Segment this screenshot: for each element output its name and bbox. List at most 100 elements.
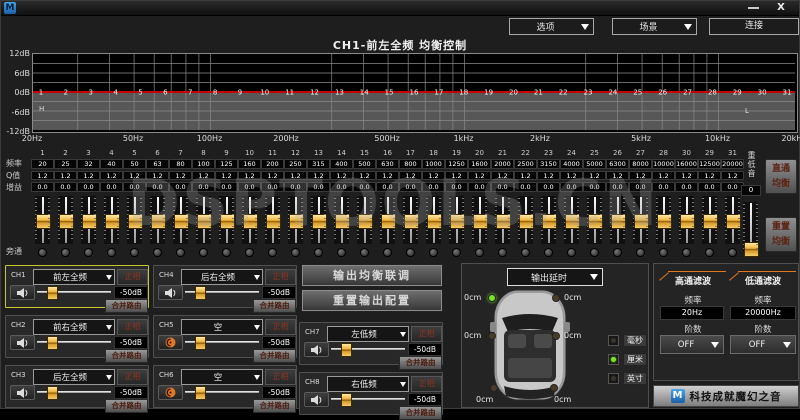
channel-source-dropdown[interactable]: 后左全频 [33, 369, 115, 385]
eq-point-3[interactable]: 3 [88, 89, 92, 97]
minimize-button[interactable] [748, 7, 759, 9]
delay-dot-rear-right[interactable] [550, 384, 558, 392]
band-gain-fader[interactable] [104, 196, 120, 245]
fader-handle[interactable] [335, 213, 350, 229]
eq-point-26[interactable]: 26 [658, 89, 667, 97]
band-bypass-toggle[interactable] [199, 248, 208, 257]
band-bypass-toggle[interactable] [452, 248, 461, 257]
eq-point-31[interactable]: 31 [783, 89, 792, 97]
channel-source-dropdown[interactable]: 前左全频 [33, 269, 115, 285]
eq-point-8[interactable]: 8 [213, 89, 217, 97]
band-gain-fader[interactable] [725, 196, 741, 245]
fader-handle[interactable] [105, 213, 120, 229]
reset-output-config-button[interactable]: 重置输出配置 [301, 289, 443, 312]
band-bypass-toggle[interactable] [521, 248, 530, 257]
band-bypass-toggle[interactable] [498, 248, 507, 257]
eq-point-7[interactable]: 7 [188, 89, 192, 97]
fader-handle[interactable] [744, 242, 759, 257]
fader-handle[interactable] [680, 213, 695, 229]
lp-marker[interactable]: L [745, 107, 749, 115]
band-gain-fader[interactable] [518, 196, 534, 245]
eq-point-2[interactable]: 2 [64, 89, 68, 97]
band-bypass-toggle[interactable] [61, 248, 70, 257]
slider-handle[interactable] [341, 393, 353, 407]
eq-point-19[interactable]: 19 [484, 89, 493, 97]
fader-handle[interactable] [197, 213, 212, 229]
fader-handle[interactable] [174, 213, 189, 229]
speaker-icon-button[interactable] [10, 285, 35, 300]
band-gain-fader[interactable] [81, 196, 97, 245]
band-gain-fader[interactable] [449, 196, 465, 245]
fader-handle[interactable] [404, 213, 419, 229]
eq-point-6[interactable]: 6 [163, 89, 168, 97]
eq-point-13[interactable]: 13 [335, 89, 344, 97]
eq-response-graph[interactable]: 1 2 3 4 5 6 7 8 9 10 11 12 13 14 15 16 17 18 19 20 21 22 23 24 2… [32, 53, 798, 133]
phase-button[interactable]: 正相 [411, 376, 442, 392]
channel-gain-slider[interactable] [185, 336, 259, 350]
fader-handle[interactable] [82, 213, 97, 229]
slider-handle[interactable] [47, 386, 59, 400]
options-dropdown[interactable]: 选项 [509, 18, 594, 35]
band-bypass-toggle[interactable] [659, 248, 668, 257]
channel-source-dropdown[interactable]: 空 [181, 319, 263, 335]
fader-handle[interactable] [634, 213, 649, 229]
band-gain-fader[interactable] [58, 196, 74, 245]
unit-radio-1[interactable]: 毫秒 [608, 334, 647, 347]
channel-gain-slider[interactable] [331, 393, 405, 407]
band-bypass-toggle[interactable] [176, 248, 185, 257]
merge-route-button[interactable]: 合并路由 [253, 349, 296, 363]
reset-eq-button[interactable]: 重置 均衡 [765, 217, 797, 252]
delay-dot-rear-left[interactable] [490, 384, 498, 392]
band-gain-fader[interactable] [173, 196, 189, 245]
merge-route-button[interactable]: 合并路由 [253, 399, 296, 413]
merge-route-button[interactable]: 合并路由 [253, 299, 296, 313]
band-gain-fader[interactable] [196, 196, 212, 245]
fader-handle[interactable] [36, 213, 51, 229]
phase-button[interactable]: 正相 [265, 269, 296, 285]
eq-point-29[interactable]: 29 [733, 89, 742, 97]
band-bypass-toggle[interactable] [245, 248, 254, 257]
fader-handle[interactable] [588, 213, 603, 229]
radio-box[interactable] [608, 335, 619, 346]
eq-point-28[interactable]: 28 [708, 89, 717, 97]
band-gain-fader[interactable] [35, 196, 51, 245]
eq-point-27[interactable]: 27 [683, 89, 692, 97]
band-gain-fader[interactable] [541, 196, 557, 245]
fader-handle[interactable] [473, 213, 488, 229]
slider-handle[interactable] [47, 336, 59, 350]
band-gain-fader[interactable] [426, 196, 442, 245]
mute-icon-button[interactable] [158, 335, 183, 350]
eq-point-16[interactable]: 16 [410, 89, 419, 97]
delay-dot-front-left[interactable] [488, 294, 496, 302]
direct-eq-button[interactable]: 直通 均衡 [765, 159, 797, 194]
phase-button[interactable]: 正相 [265, 319, 296, 335]
fader-handle[interactable] [59, 213, 74, 229]
unit-radio-2[interactable]: 厘米 [608, 353, 647, 366]
eq-point-21[interactable]: 21 [534, 89, 543, 97]
eq-point-1[interactable]: 1 [39, 89, 43, 97]
channel-source-dropdown[interactable]: 左低频 [327, 326, 409, 342]
channel-source-dropdown[interactable]: 后右全频 [181, 269, 263, 285]
radio-box[interactable] [608, 373, 619, 384]
subwoofer-fader[interactable] [743, 202, 759, 257]
delay-dot-front-right[interactable] [552, 294, 560, 302]
band-gain-fader[interactable] [702, 196, 718, 245]
band-gain-fader[interactable] [127, 196, 143, 245]
eq-point-11[interactable]: 11 [285, 89, 294, 97]
unit-radio-3[interactable]: 英寸 [608, 372, 647, 385]
hp-order-dropdown[interactable]: OFF [660, 335, 724, 354]
band-gain-fader[interactable] [472, 196, 488, 245]
band-bypass-toggle[interactable] [291, 248, 300, 257]
eq-point-20[interactable]: 20 [509, 89, 518, 97]
band-bypass-toggle[interactable] [153, 248, 162, 257]
phase-button[interactable]: 正相 [117, 269, 148, 285]
phase-button[interactable]: 正相 [265, 369, 296, 385]
band-bypass-toggle[interactable] [475, 248, 484, 257]
output-delay-dropdown[interactable]: 输出延时 [507, 268, 603, 286]
radio-box[interactable] [608, 354, 619, 365]
channel-source-dropdown[interactable]: 右低频 [327, 376, 409, 392]
fader-handle[interactable] [450, 213, 465, 229]
fader-handle[interactable] [128, 213, 143, 229]
slider-handle[interactable] [47, 286, 59, 300]
fader-handle[interactable] [726, 213, 741, 229]
